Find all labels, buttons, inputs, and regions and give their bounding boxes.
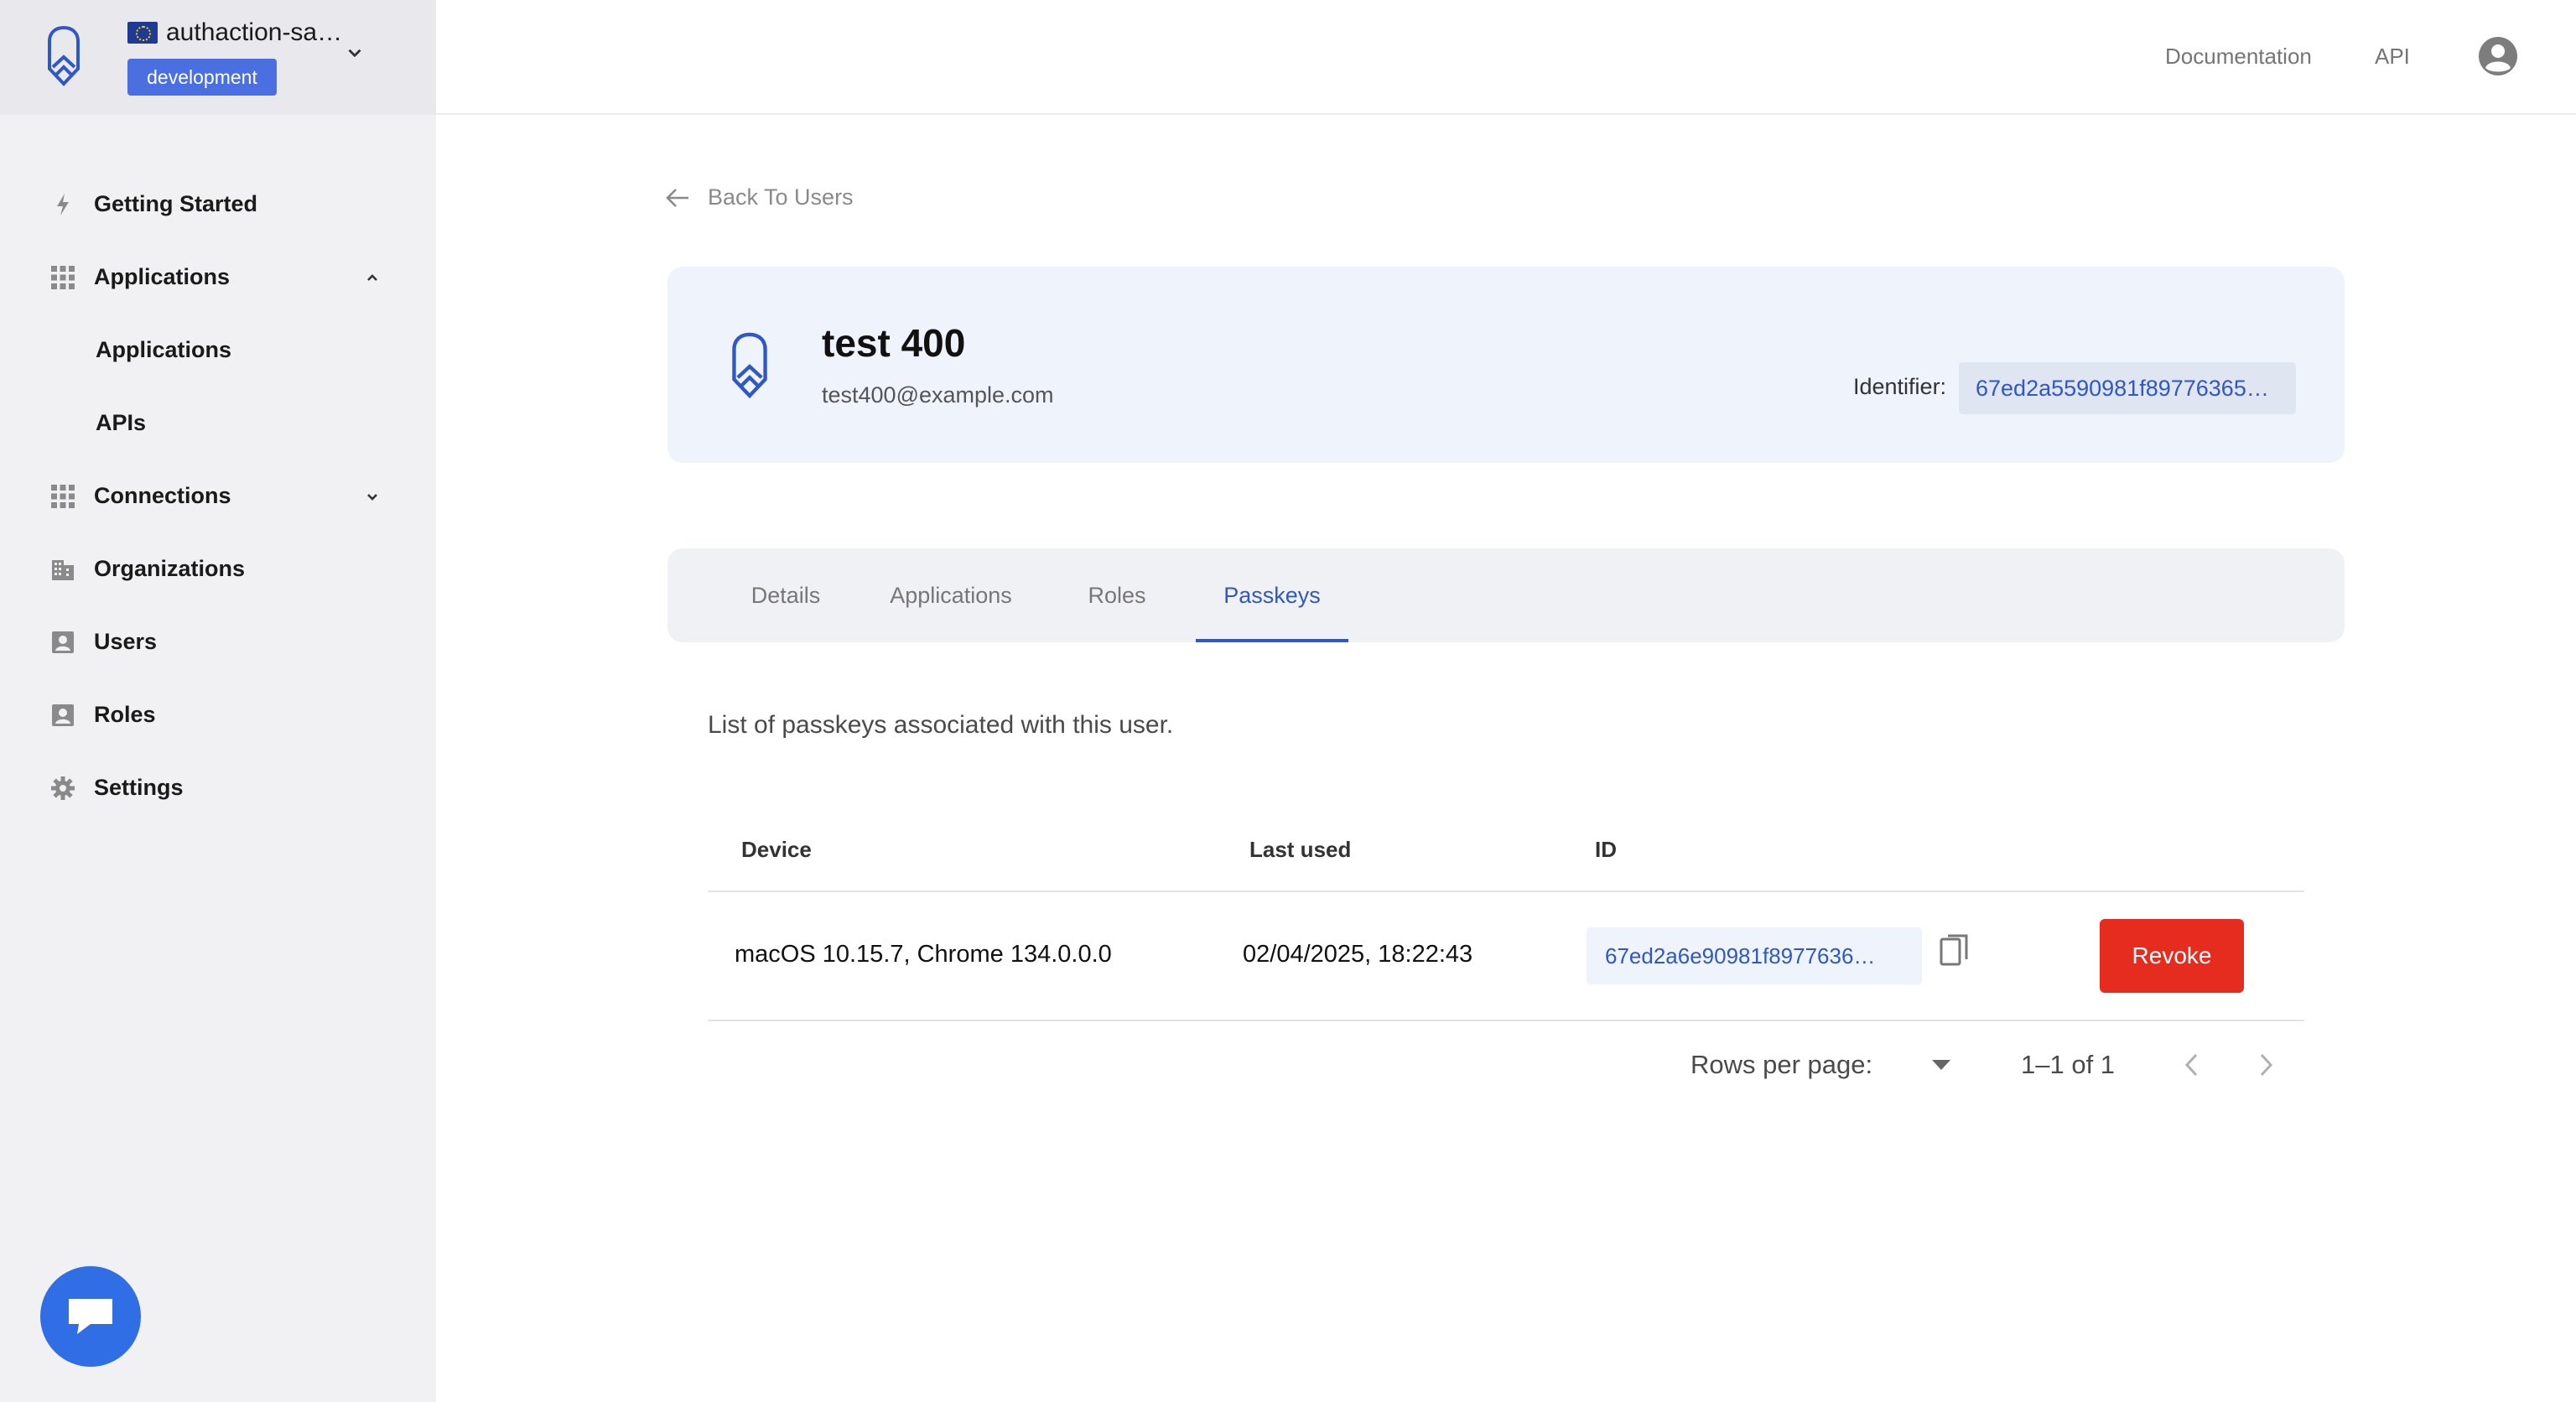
documentation-link[interactable]: Documentation — [2165, 44, 2312, 70]
sidebar-nav: Getting Started Applications Application… — [0, 168, 436, 824]
sidebar-item-label: Applications — [94, 264, 231, 289]
chevron-down-icon[interactable] — [362, 486, 382, 506]
sidebar-item-label: Roles — [94, 702, 156, 727]
table-divider — [708, 891, 2304, 892]
user-summary-card: test 400 test400@example.com Identifier:… — [667, 267, 2345, 463]
back-to-users-link[interactable]: Back To Users — [664, 184, 854, 210]
account-avatar-icon[interactable] — [2477, 35, 2519, 77]
user-name: test 400 — [822, 321, 966, 365]
sidebar-item-applications[interactable]: Applications — [0, 241, 436, 314]
cell-passkey-id[interactable]: 67ed2a6e90981f8977636… — [1587, 927, 1922, 984]
table-divider — [708, 1020, 2304, 1021]
sidebar-item-label: APIs — [96, 410, 147, 435]
sidebar: authaction-sa… development Getting Start… — [0, 0, 436, 1402]
sidebar-item-label: Settings — [94, 775, 184, 800]
cell-device: macOS 10.15.7, Chrome 134.0.0.0 — [735, 941, 1112, 968]
sidebar-item-label: Organizations — [94, 556, 246, 581]
building-icon — [50, 557, 75, 582]
tenant-switcher[interactable]: authaction-sa… development — [0, 0, 436, 115]
column-header-last-used: Last used — [1249, 837, 1352, 862]
tab-roles[interactable]: Roles — [1068, 548, 1166, 642]
support-chat-button[interactable] — [40, 1266, 141, 1367]
chevron-right-icon[interactable] — [2254, 1050, 2277, 1080]
chat-icon — [69, 1299, 112, 1334]
environment-badge: development — [127, 59, 277, 96]
back-label: Back To Users — [708, 184, 854, 210]
column-header-device: Device — [741, 837, 812, 862]
chevron-up-icon[interactable] — [362, 267, 382, 288]
identifier-label: Identifier: — [1853, 374, 1947, 399]
tenant-name[interactable]: authaction-sa… — [166, 18, 351, 47]
sidebar-item-label: Connections — [94, 483, 231, 508]
bolt-icon — [50, 192, 75, 217]
sidebar-item-connections[interactable]: Connections — [0, 460, 436, 532]
sidebar-item-label: Applications — [96, 337, 232, 362]
user-logo-icon — [732, 332, 767, 399]
authaction-logo-icon — [48, 25, 80, 86]
passkeys-description: List of passkeys associated with this us… — [708, 711, 1174, 739]
top-bar: Documentation API — [436, 0, 2576, 115]
sidebar-item-settings[interactable]: Settings — [0, 751, 436, 824]
chevron-left-icon[interactable] — [2180, 1050, 2204, 1080]
sidebar-subitem-applications[interactable]: Applications — [0, 314, 436, 387]
sidebar-item-users[interactable]: Users — [0, 605, 436, 678]
revoke-button[interactable]: Revoke — [2100, 919, 2244, 993]
user-tabs: Details Applications Roles Passkeys — [667, 548, 2345, 642]
chevron-down-icon[interactable] — [344, 42, 366, 64]
user-badge-icon — [50, 703, 75, 728]
rows-per-page-dropdown-icon[interactable] — [1930, 1058, 1952, 1072]
grid-icon — [50, 265, 75, 290]
sidebar-item-label: Getting Started — [94, 191, 258, 216]
column-header-id: ID — [1595, 837, 1617, 862]
sidebar-item-roles[interactable]: Roles — [0, 678, 436, 751]
arrow-left-icon — [666, 188, 688, 207]
tab-applications[interactable]: Applications — [875, 548, 1026, 642]
sidebar-item-getting-started[interactable]: Getting Started — [0, 168, 436, 241]
tab-details[interactable]: Details — [740, 548, 832, 642]
rows-per-page-label: Rows per page: — [1690, 1050, 1873, 1079]
copy-icon[interactable] — [1939, 932, 1971, 968]
cell-last-used: 02/04/2025, 18:22:43 — [1243, 941, 1473, 968]
eu-flag-icon — [127, 22, 158, 44]
pagination-range: 1–1 of 1 — [2021, 1050, 2116, 1079]
tab-passkeys[interactable]: Passkeys — [1196, 548, 1348, 642]
gear-icon — [50, 776, 75, 801]
sidebar-item-label: Users — [94, 629, 158, 654]
api-link[interactable]: API — [2375, 44, 2410, 70]
user-email: test400@example.com — [822, 382, 1054, 408]
sidebar-subitem-apis[interactable]: APIs — [0, 387, 436, 460]
sidebar-item-organizations[interactable]: Organizations — [0, 532, 436, 605]
user-badge-icon — [50, 630, 75, 655]
identifier-value[interactable]: 67ed2a5590981f89776365… — [1959, 362, 2296, 414]
grid-icon — [50, 484, 75, 509]
